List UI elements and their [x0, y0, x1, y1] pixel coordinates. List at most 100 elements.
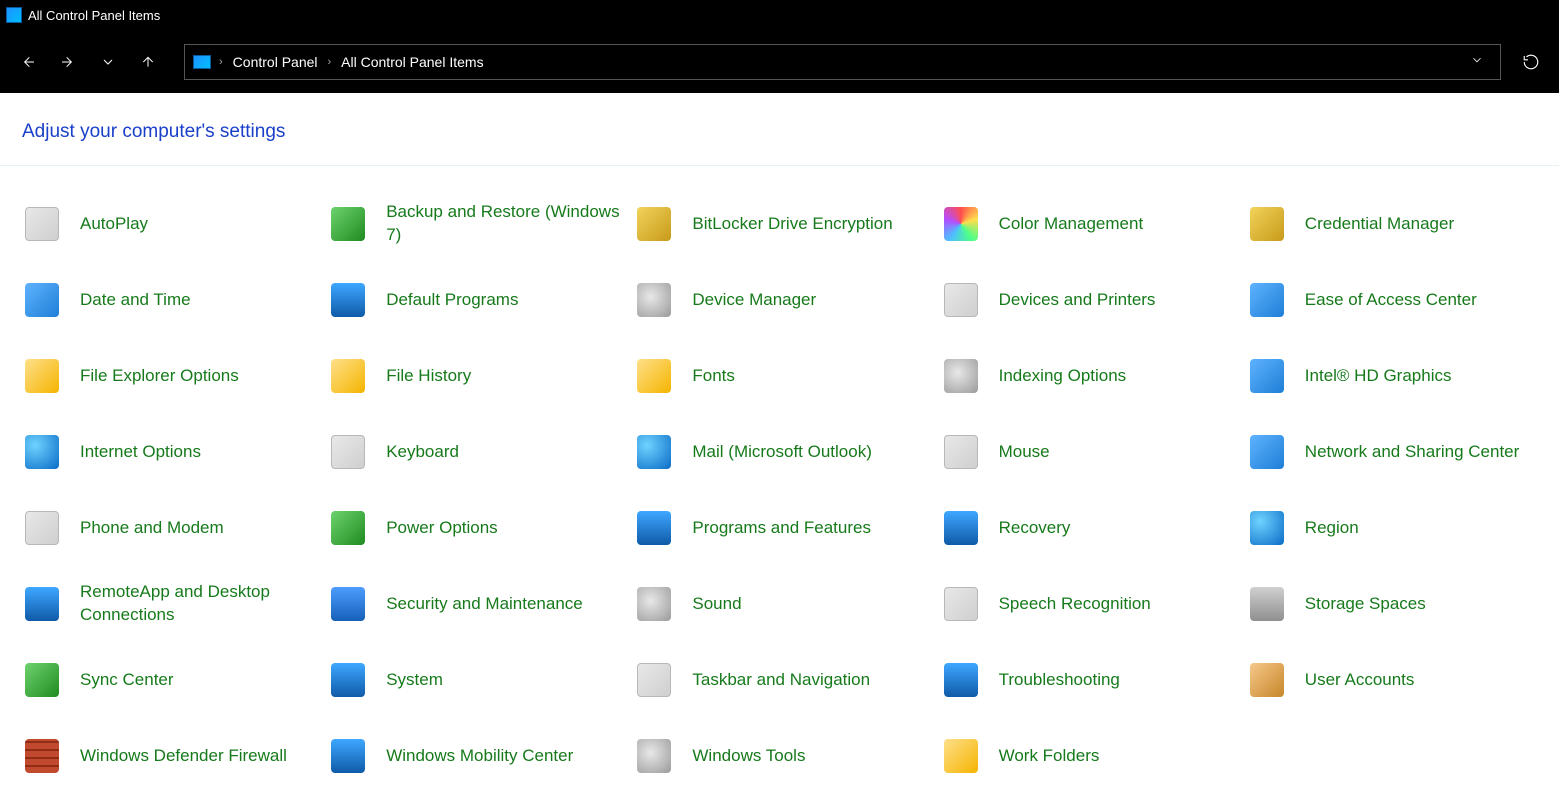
control-panel-item-sound[interactable]: Sound [634, 580, 940, 628]
control-panel-item-internet-options[interactable]: Internet Options [22, 428, 328, 476]
file-explorer-opts-icon [22, 356, 62, 396]
control-panel-item-autoplay[interactable]: AutoPlay [22, 200, 328, 248]
storage-spaces-icon [1247, 584, 1287, 624]
control-panel-item-mouse[interactable]: Mouse [941, 428, 1247, 476]
forward-button[interactable] [50, 44, 86, 80]
control-panel-item-intel-hd-graphics[interactable]: Intel® HD Graphics [1247, 352, 1553, 400]
control-panel-item-fonts[interactable]: Fonts [634, 352, 940, 400]
chevron-right-icon: › [326, 56, 334, 68]
speech-recognition-icon [941, 584, 981, 624]
ease-of-access-icon [1247, 280, 1287, 320]
control-panel-item-file-explorer-opts[interactable]: File Explorer Options [22, 352, 328, 400]
troubleshooting-icon [941, 660, 981, 700]
control-panel-item-label: User Accounts [1305, 669, 1415, 692]
control-panel-item-label: Storage Spaces [1305, 593, 1426, 616]
control-panel-item-user-accounts[interactable]: User Accounts [1247, 656, 1553, 704]
control-panel-item-work-folders[interactable]: Work Folders [941, 732, 1247, 780]
control-panel-item-label: Devices and Printers [999, 289, 1156, 312]
control-panel-item-label: Taskbar and Navigation [692, 669, 870, 692]
control-panel-item-indexing-options[interactable]: Indexing Options [941, 352, 1247, 400]
up-button[interactable] [130, 44, 166, 80]
control-panel-item-device-manager[interactable]: Device Manager [634, 276, 940, 324]
control-panel-item-label: Sync Center [80, 669, 174, 692]
address-history-button[interactable] [1462, 53, 1492, 70]
control-panel-item-backup-restore[interactable]: Backup and Restore (Windows 7) [328, 200, 634, 248]
control-panel-item-troubleshooting[interactable]: Troubleshooting [941, 656, 1247, 704]
control-panel-item-ease-of-access[interactable]: Ease of Access Center [1247, 276, 1553, 324]
titlebar: All Control Panel Items [0, 0, 1559, 30]
control-panel-item-security-maint[interactable]: Security and Maintenance [328, 580, 634, 628]
control-panel-item-label: File Explorer Options [80, 365, 239, 388]
control-panel-item-bitlocker[interactable]: BitLocker Drive Encryption [634, 200, 940, 248]
control-panel-item-mobility-center[interactable]: Windows Mobility Center [328, 732, 634, 780]
navbar: › Control Panel › All Control Panel Item… [0, 30, 1559, 93]
address-bar[interactable]: › Control Panel › All Control Panel Item… [184, 44, 1501, 80]
control-panel-item-windows-tools[interactable]: Windows Tools [634, 732, 940, 780]
back-button[interactable] [10, 44, 46, 80]
control-panel-item-color-management[interactable]: Color Management [941, 200, 1247, 248]
control-panel-item-label: Default Programs [386, 289, 518, 312]
control-panel-item-programs-features[interactable]: Programs and Features [634, 504, 940, 552]
control-panel-icon [193, 55, 211, 69]
arrow-right-icon [60, 54, 76, 70]
control-panel-item-credential-manager[interactable]: Credential Manager [1247, 200, 1553, 248]
date-time-icon [22, 280, 62, 320]
control-panel-icon [6, 7, 22, 23]
control-panel-item-label: Indexing Options [999, 365, 1127, 388]
control-panel-item-keyboard[interactable]: Keyboard [328, 428, 634, 476]
control-panel-item-label: Intel® HD Graphics [1305, 365, 1452, 388]
recent-locations-button[interactable] [90, 44, 126, 80]
control-panel-item-label: Security and Maintenance [386, 593, 583, 616]
breadcrumb-all-items[interactable]: All Control Panel Items [335, 52, 489, 72]
control-panel-item-label: Windows Defender Firewall [80, 745, 287, 768]
control-panel-item-mail-outlook[interactable]: Mail (Microsoft Outlook) [634, 428, 940, 476]
control-panel-item-label: Windows Tools [692, 745, 805, 768]
control-panel-item-storage-spaces[interactable]: Storage Spaces [1247, 580, 1553, 628]
control-panel-item-label: Recovery [999, 517, 1071, 540]
control-panel-item-label: System [386, 669, 443, 692]
control-panel-item-label: Color Management [999, 213, 1144, 236]
color-management-icon [941, 204, 981, 244]
control-panel-item-system[interactable]: System [328, 656, 634, 704]
control-panel-item-label: Credential Manager [1305, 213, 1454, 236]
control-panel-item-date-time[interactable]: Date and Time [22, 276, 328, 324]
control-panel-item-defender-firewall[interactable]: Windows Defender Firewall [22, 732, 328, 780]
network-sharing-icon [1247, 432, 1287, 472]
control-panel-item-label: Phone and Modem [80, 517, 224, 540]
heading-region: Adjust your computer's settings [0, 93, 1559, 166]
control-panel-item-label: Fonts [692, 365, 735, 388]
control-panel-item-speech-recognition[interactable]: Speech Recognition [941, 580, 1247, 628]
control-panel-item-sync-center[interactable]: Sync Center [22, 656, 328, 704]
credential-manager-icon [1247, 204, 1287, 244]
mouse-icon [941, 432, 981, 472]
control-panel-item-power-options[interactable]: Power Options [328, 504, 634, 552]
control-panel-item-file-history[interactable]: File History [328, 352, 634, 400]
arrow-left-icon [20, 54, 36, 70]
control-panel-item-default-programs[interactable]: Default Programs [328, 276, 634, 324]
window-title: All Control Panel Items [28, 8, 160, 23]
chevron-down-icon [1470, 53, 1484, 67]
user-accounts-icon [1247, 660, 1287, 700]
backup-restore-icon [328, 204, 368, 244]
taskbar-navigation-icon [634, 660, 674, 700]
control-panel-item-label: Date and Time [80, 289, 191, 312]
remoteapp-icon [22, 584, 62, 624]
control-panel-item-phone-modem[interactable]: Phone and Modem [22, 504, 328, 552]
windows-tools-icon [634, 736, 674, 776]
control-panel-item-label: Troubleshooting [999, 669, 1120, 692]
control-panel-item-region[interactable]: Region [1247, 504, 1553, 552]
control-panel-item-devices-printers[interactable]: Devices and Printers [941, 276, 1247, 324]
breadcrumb-control-panel[interactable]: Control Panel [227, 52, 324, 72]
control-panel-item-label: Internet Options [80, 441, 201, 464]
intel-hd-graphics-icon [1247, 356, 1287, 396]
control-panel-item-remoteapp[interactable]: RemoteApp and Desktop Connections [22, 580, 328, 628]
control-panel-item-network-sharing[interactable]: Network and Sharing Center [1247, 428, 1553, 476]
refresh-button[interactable] [1513, 44, 1549, 80]
control-panel-item-label: Keyboard [386, 441, 459, 464]
control-panel-item-label: File History [386, 365, 471, 388]
control-panel-item-recovery[interactable]: Recovery [941, 504, 1247, 552]
fonts-icon [634, 356, 674, 396]
control-panel-item-taskbar-navigation[interactable]: Taskbar and Navigation [634, 656, 940, 704]
control-panel-item-label: Speech Recognition [999, 593, 1151, 616]
power-options-icon [328, 508, 368, 548]
